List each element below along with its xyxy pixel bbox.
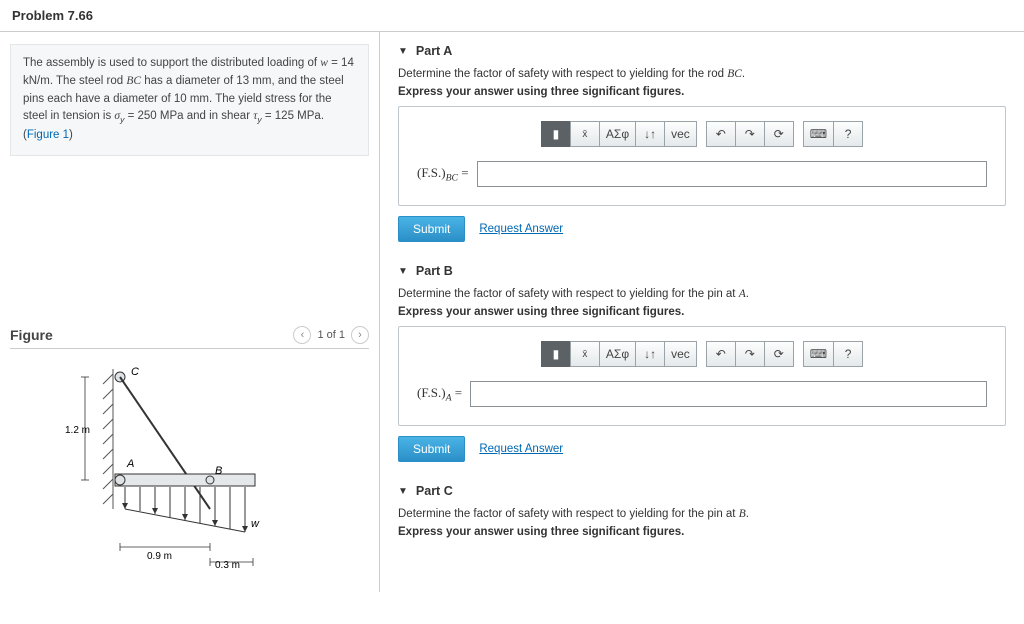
part-b-answer-input[interactable] [470, 381, 987, 407]
var-w: w [320, 57, 328, 69]
subscript-icon[interactable]: ↓↑ [635, 341, 665, 367]
part-c-header[interactable]: ▼ Part C [398, 484, 1006, 498]
left-column: The assembly is used to support the dist… [0, 32, 380, 592]
problem-statement: The assembly is used to support the dist… [10, 44, 369, 156]
help-button[interactable]: ? [833, 121, 863, 147]
undo-icon[interactable]: ↶ [706, 341, 736, 367]
dim-12: 1.2 m [65, 425, 90, 436]
part-c-title: Part C [416, 484, 453, 498]
part-b-request-answer-link[interactable]: Request Answer [479, 443, 563, 455]
part-a-answer-box: ▮ x̄ ΑΣφ ↓↑ vec ↶ ↷ ⟳ ⌨ ? (F.S.)BC = [398, 106, 1006, 206]
label-w: w [251, 518, 260, 530]
vec-button[interactable]: vec [664, 341, 697, 367]
part-a-submit-button[interactable]: Submit [398, 216, 465, 242]
problem-text: The assembly is used to support the dist… [23, 57, 320, 69]
problem-text: . The steel rod [50, 75, 127, 87]
templates-icon[interactable]: ▮ [541, 341, 571, 367]
greek-button[interactable]: ΑΣφ [599, 341, 636, 367]
reset-icon[interactable]: ⟳ [764, 121, 794, 147]
label-c: C [131, 366, 139, 378]
pager-next-button[interactable]: › [351, 326, 369, 344]
keyboard-icon[interactable]: ⌨ [803, 121, 834, 147]
undo-icon[interactable]: ↶ [706, 121, 736, 147]
part-b-input-label: (F.S.)A = [417, 385, 462, 404]
caret-down-icon: ▼ [398, 486, 408, 497]
formula-toolbar: ▮ x̄ ΑΣφ ↓↑ vec ↶ ↷ ⟳ ⌨ ? [417, 121, 987, 147]
part-c-question: Determine the factor of safety with resp… [398, 508, 1006, 520]
part-b-answer-box: ▮ x̄ ΑΣφ ↓↑ vec ↶ ↷ ⟳ ⌨ ? (F.S.)A = [398, 326, 1006, 426]
redo-icon[interactable]: ↷ [735, 341, 765, 367]
label-a: A [126, 458, 134, 470]
reset-icon[interactable]: ⟳ [764, 341, 794, 367]
problem-text: ) [69, 129, 73, 141]
problem-text: and in shear [184, 110, 254, 122]
figure-pager: ‹ 1 of 1 › [293, 326, 369, 344]
part-a-title: Part A [416, 44, 452, 58]
pager-text: 1 of 1 [317, 329, 345, 341]
part-a-answer-input[interactable] [477, 161, 987, 187]
part-a-question: Determine the factor of safety with resp… [398, 68, 1006, 80]
val-sigma: = 250 MPa [124, 110, 183, 122]
caret-down-icon: ▼ [398, 266, 408, 277]
dim-03: 0.3 m [215, 560, 240, 569]
part-b-question: Determine the factor of safety with resp… [398, 288, 1006, 300]
figure-heading: Figure [10, 327, 53, 343]
help-button[interactable]: ? [833, 341, 863, 367]
part-a-input-label: (F.S.)BC = [417, 165, 469, 184]
page-title: Problem 7.66 [0, 0, 1024, 32]
part-b-header[interactable]: ▼ Part B [398, 264, 1006, 278]
formula-toolbar: ▮ x̄ ΑΣφ ↓↑ vec ↶ ↷ ⟳ ⌨ ? [417, 341, 987, 367]
figure-link[interactable]: Figure 1 [27, 129, 69, 141]
vec-button[interactable]: vec [664, 121, 697, 147]
part-b-instruction: Express your answer using three signific… [398, 306, 1006, 318]
templates-icon[interactable]: ▮ [541, 121, 571, 147]
subscript-icon[interactable]: ↓↑ [635, 121, 665, 147]
caret-down-icon: ▼ [398, 46, 408, 57]
part-c-instruction: Express your answer using three signific… [398, 526, 1006, 538]
part-b-title: Part B [416, 264, 453, 278]
val-tau: = 125 MPa [262, 110, 321, 122]
part-b-submit-button[interactable]: Submit [398, 436, 465, 462]
keyboard-icon[interactable]: ⌨ [803, 341, 834, 367]
part-a-header[interactable]: ▼ Part A [398, 44, 1006, 58]
redo-icon[interactable]: ↷ [735, 121, 765, 147]
greek-button[interactable]: ΑΣφ [599, 121, 636, 147]
part-a-request-answer-link[interactable]: Request Answer [479, 223, 563, 235]
right-column: ▼ Part A Determine the factor of safety … [380, 32, 1024, 592]
fraction-icon[interactable]: x̄ [570, 121, 600, 147]
rod-bc: BC [126, 75, 141, 87]
pager-prev-button[interactable]: ‹ [293, 326, 311, 344]
label-b: B [215, 465, 222, 477]
fraction-icon[interactable]: x̄ [570, 341, 600, 367]
dim-09: 0.9 m [147, 551, 172, 562]
part-a-instruction: Express your answer using three signific… [398, 86, 1006, 98]
figure-diagram: C A B w 1.2 m 0.9 m 0.3 m [65, 359, 305, 569]
